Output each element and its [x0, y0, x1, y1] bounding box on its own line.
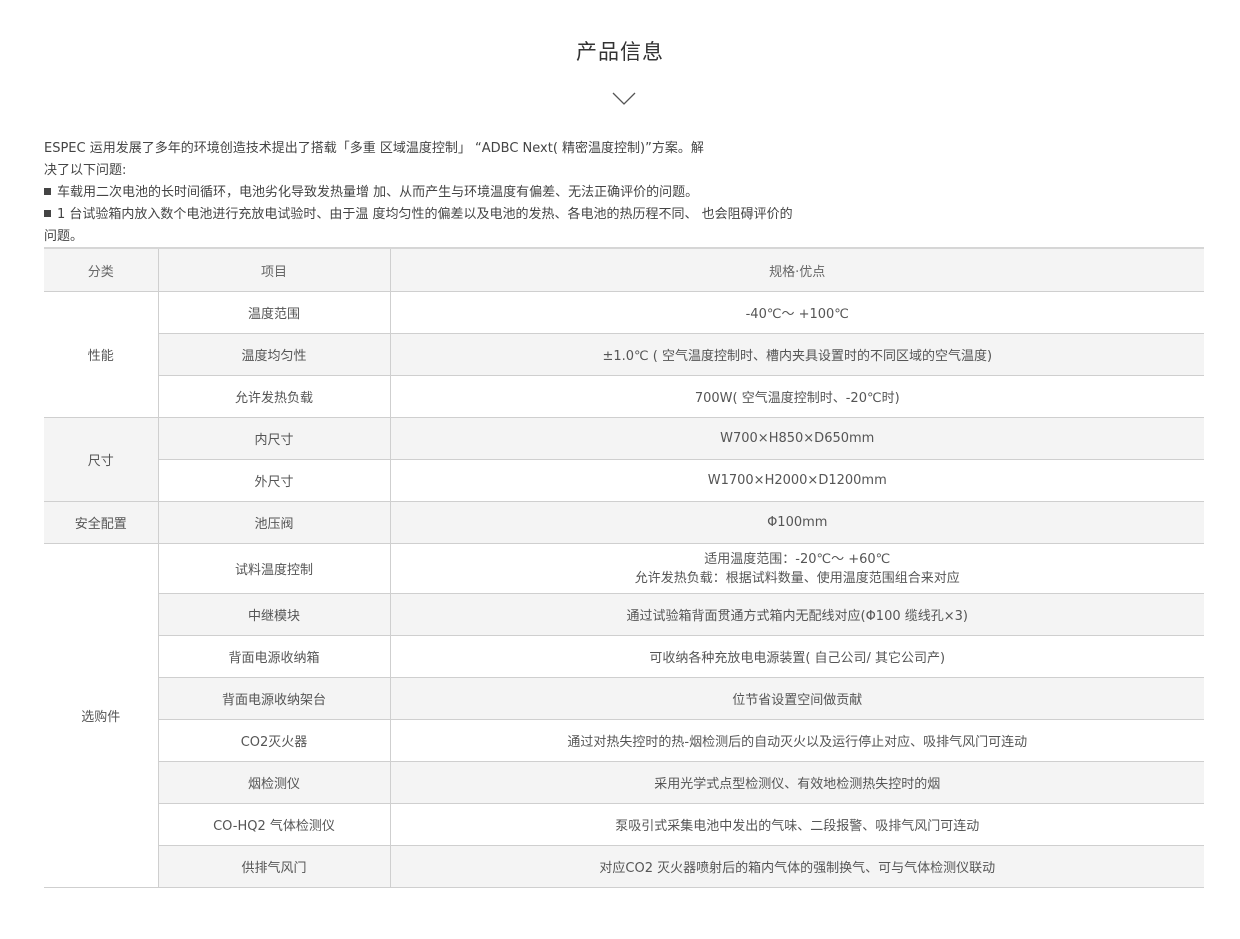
category-cell: 选购件	[44, 543, 159, 888]
table-header-row: 分类 项目 规格·优点	[44, 248, 1204, 292]
spec-cell: 位节省设置空间做贡献	[390, 677, 1204, 720]
table-row: 选购件 试料温度控制 适用温度范围：-20℃～ +60℃ 允许发热负载：根据试料…	[44, 543, 1204, 888]
bullet-text: 1 台试验箱内放入数个电池进行充放电试验时、由于温 度均匀性的偏差以及电池的发热…	[44, 207, 793, 244]
item-cell: 背面电源收纳箱	[158, 635, 391, 678]
category-cell: 性能	[44, 291, 159, 418]
table-row: 外尺寸 W1700×H2000×D1200mm	[44, 459, 1204, 502]
chevron-down-icon[interactable]	[612, 92, 636, 106]
spec-cell: 采用光学式点型检测仪、有效地检测热失控时的烟	[390, 761, 1204, 804]
square-bullet-icon	[44, 210, 51, 217]
item-cell: 烟检测仪	[158, 761, 391, 804]
intro-text: ESPEC 运用发展了多年的环境创造技术提出了搭载「多重 区域温度控制」 “AD…	[44, 138, 804, 248]
page-title: 产品信息	[576, 40, 664, 64]
table-row: 尺寸 内尺寸 W700×H850×D650mm	[44, 417, 1204, 502]
category-cell: 安全配置	[44, 501, 159, 544]
table-row: 中继模块 通过试验箱背面贯通方式箱内无配线对应(Φ100 缆线孔×3)	[44, 593, 1204, 636]
table-row: 供排气风门 对应CO2 灭火器喷射后的箱内气体的强制换气、可与气体检测仪联动	[44, 845, 1204, 888]
spec-cell: 适用温度范围：-20℃～ +60℃ 允许发热负载：根据试料数量、使用温度范围组合…	[390, 543, 1204, 594]
table-row: 背面电源收纳箱 可收纳各种充放电电源装置( 自己公司/ 其它公司产)	[44, 635, 1204, 678]
item-cell: 背面电源收纳架台	[158, 677, 391, 720]
spec-cell: W700×H850×D650mm	[390, 417, 1204, 460]
item-cell: 温度范围	[158, 291, 391, 334]
spec-cell: -40℃～ +100℃	[390, 291, 1204, 334]
intro-line-2: 决了以下问题:	[44, 163, 127, 178]
item-cell: 池压阀	[158, 501, 391, 544]
spec-cell: W1700×H2000×D1200mm	[390, 459, 1204, 502]
square-bullet-icon	[44, 188, 51, 195]
category-cell: 尺寸	[44, 417, 159, 502]
spec-cell: ±1.0℃ ( 空气温度控制时、槽内夹具设置时的不同区域的空气温度)	[390, 333, 1204, 376]
item-cell: 试料温度控制	[158, 543, 391, 594]
intro-bullet-2: 1 台试验箱内放入数个电池进行充放电试验时、由于温 度均匀性的偏差以及电池的发热…	[44, 204, 804, 248]
table-row: 温度均匀性 ±1.0℃ ( 空气温度控制时、槽内夹具设置时的不同区域的空气温度)	[44, 333, 1204, 376]
item-cell: 中继模块	[158, 593, 391, 636]
header-item: 项目	[158, 248, 391, 292]
spec-cell: 700W( 空气温度控制时、-20℃时)	[390, 375, 1204, 418]
item-cell: 外尺寸	[158, 459, 391, 502]
table-row: 烟检测仪 采用光学式点型检测仪、有效地检测热失控时的烟	[44, 761, 1204, 804]
spec-table: 分类 项目 规格·优点 性能 温度范围 -40℃～ +100℃ 温度均匀性 ±1…	[44, 247, 1204, 888]
table-row: 允许发热负载 700W( 空气温度控制时、-20℃时)	[44, 375, 1204, 418]
table-row: 安全配置 池压阀 Φ100mm	[44, 501, 1204, 544]
table-row: 背面电源收纳架台 位节省设置空间做贡献	[44, 677, 1204, 720]
table-row: CO-HQ2 气体检测仪 泵吸引式采集电池中发出的气味、二段报警、吸排气风门可连…	[44, 803, 1204, 846]
spec-line: 适用温度范围：-20℃～ +60℃	[704, 551, 891, 567]
spec-line: 允许发热负载：根据试料数量、使用温度范围组合来对应	[634, 570, 960, 586]
bullet-text: 车载用二次电池的长时间循环，电池劣化导致发热量增 加、从而产生与环境温度有偏差、…	[57, 185, 699, 200]
spec-cell: 对应CO2 灭火器喷射后的箱内气体的强制换气、可与气体检测仪联动	[390, 845, 1204, 888]
intro-line-1: ESPEC 运用发展了多年的环境创造技术提出了搭载「多重 区域温度控制」 “AD…	[44, 141, 704, 156]
table-row: 性能 温度范围 -40℃～ +100℃	[44, 291, 1204, 418]
spec-cell: 通过试验箱背面贯通方式箱内无配线对应(Φ100 缆线孔×3)	[390, 593, 1204, 636]
item-cell: 内尺寸	[158, 417, 391, 460]
item-cell: 温度均匀性	[158, 333, 391, 376]
intro-bullet-1: 车载用二次电池的长时间循环，电池劣化导致发热量增 加、从而产生与环境温度有偏差、…	[44, 182, 804, 204]
spec-cell: 可收纳各种充放电电源装置( 自己公司/ 其它公司产)	[390, 635, 1204, 678]
spec-cell: 泵吸引式采集电池中发出的气味、二段报警、吸排气风门可连动	[390, 803, 1204, 846]
header-spec: 规格·优点	[390, 248, 1204, 292]
table-row: CO2灭火器 通过对热失控时的热-烟检测后的自动灭火以及运行停止对应、吸排气风门…	[44, 719, 1204, 762]
spec-cell: 通过对热失控时的热-烟检测后的自动灭火以及运行停止对应、吸排气风门可连动	[390, 719, 1204, 762]
item-cell: CO-HQ2 气体检测仪	[158, 803, 391, 846]
spec-cell: Φ100mm	[390, 501, 1204, 544]
item-cell: 供排气风门	[158, 845, 391, 888]
item-cell: 允许发热负载	[158, 375, 391, 418]
header-category: 分类	[44, 248, 159, 292]
item-cell: CO2灭火器	[158, 719, 391, 762]
